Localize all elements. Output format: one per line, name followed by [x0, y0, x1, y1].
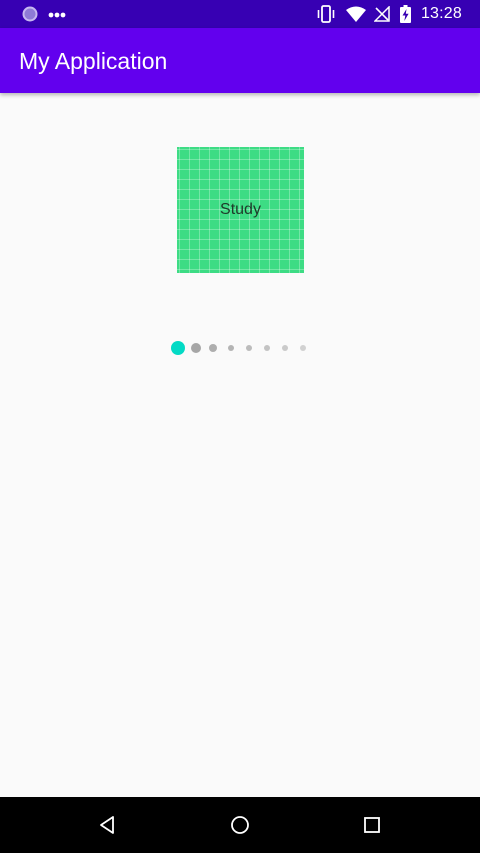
navigation-bar	[0, 797, 480, 853]
more-notifications-icon	[48, 6, 70, 27]
content-area: Study	[0, 93, 480, 797]
page-dot[interactable]	[209, 344, 217, 352]
page-dot[interactable]	[300, 345, 306, 351]
app-bar: My Application	[0, 28, 480, 93]
no-signal-icon	[373, 6, 390, 22]
page-dot[interactable]	[191, 343, 201, 353]
page-dot[interactable]	[282, 345, 288, 351]
vibrate-icon	[316, 5, 336, 23]
status-clock: 13:28	[420, 5, 462, 22]
page-dot[interactable]	[264, 345, 270, 351]
recents-icon[interactable]	[358, 811, 386, 839]
page-dot[interactable]	[246, 345, 252, 351]
page-dot[interactable]	[228, 345, 234, 351]
back-icon[interactable]	[94, 811, 122, 839]
page-dot-active[interactable]	[171, 341, 185, 355]
pager-page-card[interactable]: Study	[177, 147, 304, 273]
status-bar: 13:28	[0, 0, 480, 28]
app-notification-icon	[22, 6, 38, 27]
home-icon[interactable]	[226, 811, 254, 839]
wifi-icon	[345, 6, 366, 22]
battery-charging-icon	[399, 5, 411, 23]
page-label: Study	[220, 201, 261, 218]
page-indicator	[168, 339, 312, 357]
app-title: My Application	[19, 48, 168, 74]
status-right: 13:28	[316, 0, 462, 28]
status-left	[22, 6, 70, 27]
